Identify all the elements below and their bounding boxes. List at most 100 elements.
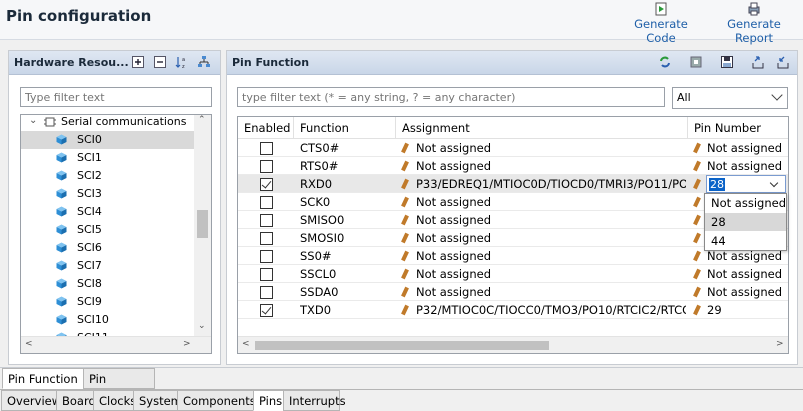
enabled-checkbox[interactable]	[260, 196, 273, 209]
scroll-right-icon[interactable]: >	[776, 339, 784, 349]
pencil-icon[interactable]	[693, 286, 701, 298]
pencil-icon[interactable]	[693, 268, 701, 280]
tab-interrupts[interactable]: Interrupts	[283, 390, 346, 411]
tree-item-sci2[interactable]: SCI2	[21, 167, 195, 185]
enabled-checkbox[interactable]	[260, 304, 273, 317]
pin-view-icon[interactable]	[689, 55, 703, 69]
generate-report-button[interactable]: Generate Report	[708, 2, 800, 45]
sort-az-icon[interactable]: a z	[175, 55, 189, 69]
pencil-icon[interactable]	[693, 250, 701, 262]
scroll-left-icon[interactable]: <	[25, 339, 33, 349]
enabled-checkbox[interactable]	[260, 232, 273, 245]
import-icon[interactable]	[776, 55, 790, 69]
tab-board[interactable]: Board	[56, 390, 96, 411]
pencil-icon[interactable]	[401, 304, 409, 316]
collapse-all-icon[interactable]	[153, 55, 167, 69]
column-header-assignment[interactable]: Assignment	[396, 117, 688, 139]
pencil-icon[interactable]	[401, 178, 409, 190]
tab-system[interactable]: System	[133, 390, 182, 411]
pencil-icon[interactable]	[401, 214, 409, 226]
assignment-cell[interactable]: P32/MTIOC0C/TIOCC0/TMO3/PO10/RTCIC2/RTCO…	[416, 301, 686, 319]
tab-overview[interactable]: Overview	[1, 390, 61, 411]
pin-number-cell[interactable]: Not assigned	[707, 265, 788, 283]
tree-node-serial-communications[interactable]: ⌄ Serial communications in	[21, 115, 195, 146]
tree-vscroll-thumb[interactable]	[197, 210, 208, 238]
tree-item-sci4[interactable]: SCI4	[21, 203, 195, 221]
pencil-icon[interactable]	[401, 142, 409, 154]
save-icon[interactable]	[720, 55, 734, 69]
assignment-cell[interactable]: Not assigned	[416, 193, 686, 211]
export-icon[interactable]	[751, 55, 765, 69]
enabled-checkbox[interactable]	[260, 250, 273, 263]
tree-item-sci8[interactable]: SCI8	[21, 275, 195, 293]
tab-pin-function[interactable]: Pin Function	[2, 368, 84, 389]
tab-components[interactable]: Components	[177, 390, 256, 411]
pin-option[interactable]: Not assigned	[705, 194, 786, 212]
pencil-icon[interactable]	[401, 232, 409, 244]
pencil-icon[interactable]	[401, 286, 409, 298]
pencil-icon[interactable]	[401, 160, 409, 172]
table-horizontal-scrollbar[interactable]: < >	[238, 336, 788, 353]
table-row[interactable]: RTS0# Not assigned Not assigned	[238, 157, 788, 175]
enabled-checkbox[interactable]	[260, 142, 273, 155]
pin-option[interactable]: 28	[705, 213, 786, 231]
assignment-cell[interactable]: Not assigned	[416, 229, 686, 247]
table-row[interactable]: SSCL0 Not assigned Not assigned	[238, 265, 788, 283]
assignment-cell[interactable]: P33/EDREQ1/MTIOC0D/TIOCD0/TMRI3/PO11/POE…	[416, 175, 686, 193]
pencil-icon[interactable]	[401, 196, 409, 208]
pin-number-combo[interactable]: 28	[706, 175, 786, 193]
pencil-icon[interactable]	[401, 250, 409, 262]
tree-vertical-scrollbar[interactable]: ⌃ ⌄	[194, 115, 211, 337]
pencil-icon[interactable]	[693, 196, 701, 208]
tree-horizontal-scrollbar[interactable]: < >	[21, 336, 211, 353]
tree-item-sci10[interactable]: SCI10	[21, 311, 195, 329]
enabled-checkbox[interactable]	[260, 178, 273, 191]
tree-item-sci9[interactable]: SCI9	[21, 293, 195, 311]
expand-all-icon[interactable]	[131, 55, 145, 69]
table-row[interactable]: CTS0# Not assigned Not assigned	[238, 139, 788, 157]
scroll-down-icon[interactable]: ⌄	[198, 321, 206, 331]
enabled-checkbox[interactable]	[260, 214, 273, 227]
tab-pins[interactable]: Pins	[253, 390, 284, 411]
pin-function-filter-input[interactable]	[237, 87, 665, 107]
scroll-right-icon[interactable]: >	[183, 339, 191, 349]
tree-item-sci7[interactable]: SCI7	[21, 257, 195, 275]
column-header-function[interactable]: Function	[294, 117, 396, 139]
tree-item-sci3[interactable]: SCI3	[21, 185, 195, 203]
pin-number-cell[interactable]: 29	[707, 301, 788, 319]
tree-item-sci0[interactable]: SCI0	[21, 131, 195, 149]
enabled-checkbox[interactable]	[260, 268, 273, 281]
tab-clocks[interactable]: Clocks	[93, 390, 136, 411]
column-header-enabled[interactable]: Enabled	[238, 117, 294, 139]
tree-item-sci5[interactable]: SCI5	[21, 221, 195, 239]
pin-number-cell[interactable]: Not assigned	[707, 283, 788, 301]
scroll-up-icon[interactable]: ⌃	[198, 115, 206, 125]
pin-filter-select[interactable]: All	[672, 87, 788, 109]
pencil-icon[interactable]	[693, 304, 701, 316]
pin-number-cell[interactable]: Not assigned	[707, 157, 788, 175]
scroll-left-icon[interactable]: <	[242, 339, 250, 349]
assignment-cell[interactable]: Not assigned	[416, 157, 686, 175]
assignment-cell[interactable]: Not assigned	[416, 211, 686, 229]
tree-item-sci6[interactable]: SCI6	[21, 239, 195, 257]
pencil-icon[interactable]	[693, 178, 701, 190]
table-hscroll-thumb[interactable]	[255, 341, 549, 350]
tab-pin-number[interactable]: Pin Number	[83, 368, 155, 406]
assignment-cell[interactable]: Not assigned	[416, 283, 686, 301]
chevron-down-icon[interactable]	[769, 178, 779, 188]
pencil-icon[interactable]	[401, 268, 409, 280]
generate-code-button[interactable]: Generate Code	[619, 2, 703, 45]
table-row[interactable]: RXD0 P33/EDREQ1/MTIOC0D/TIOCD0/TMRI3/PO11…	[238, 175, 788, 193]
collapse-arrow-icon[interactable]: ⌄	[29, 115, 37, 130]
assignment-cell[interactable]: Not assigned	[416, 265, 686, 283]
enabled-checkbox[interactable]	[260, 286, 273, 299]
table-row[interactable]: TXD0 P32/MTIOC0C/TIOCC0/TMO3/PO10/RTCIC2/…	[238, 301, 788, 319]
tree-item-sci1[interactable]: SCI1	[21, 149, 195, 167]
column-header-pin-number[interactable]: Pin Number	[688, 117, 788, 139]
refresh-icon[interactable]	[658, 55, 672, 69]
assignment-cell[interactable]: Not assigned	[416, 139, 686, 157]
pencil-icon[interactable]	[693, 214, 701, 226]
pencil-icon[interactable]	[693, 232, 701, 244]
pin-option[interactable]: 44	[705, 232, 786, 250]
enabled-checkbox[interactable]	[260, 160, 273, 173]
